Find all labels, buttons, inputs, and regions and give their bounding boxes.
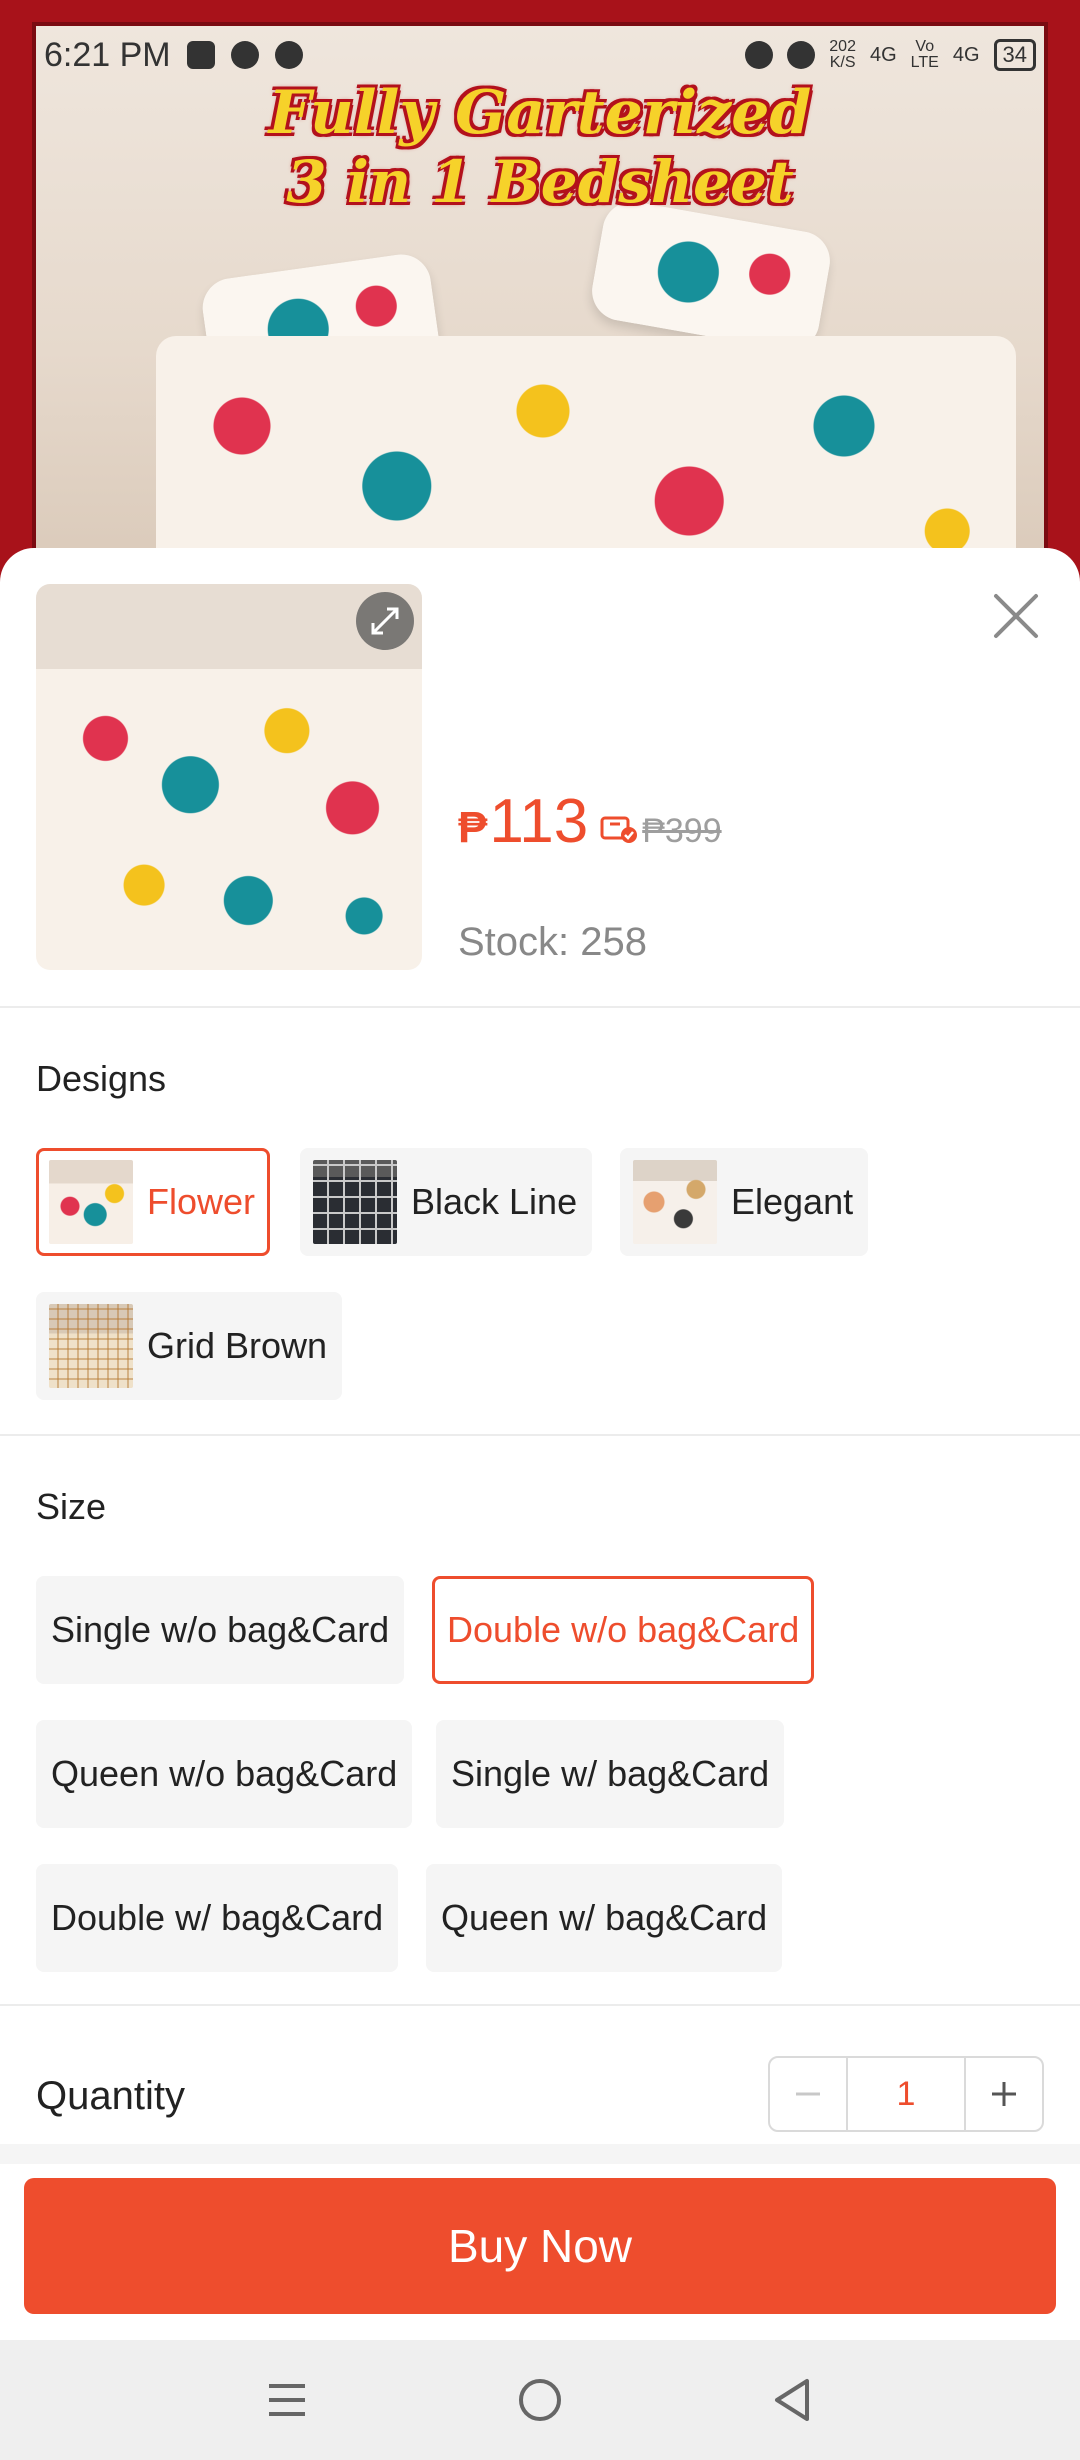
banner-pillow xyxy=(587,196,835,356)
decrease-quantity-button[interactable] xyxy=(770,2058,846,2130)
net-speed: 202 K/S xyxy=(829,39,856,71)
app-notification-icon xyxy=(274,41,303,69)
nav-menu-button[interactable] xyxy=(257,2370,317,2430)
size-option-queen-with-bag[interactable]: Queen w/ bag&Card xyxy=(426,1864,783,1972)
design-option-black-line[interactable]: Black Line xyxy=(300,1148,593,1256)
expand-icon xyxy=(371,607,399,635)
increase-quantity-button[interactable] xyxy=(966,2058,1042,2130)
menu-icon xyxy=(268,2384,305,2416)
original-price: ₱399 xyxy=(642,812,722,850)
size-option-label: Queen w/ bag&Card xyxy=(441,1897,768,1938)
design-thumbnail xyxy=(49,1304,133,1388)
do-not-disturb-icon xyxy=(787,41,816,69)
size-option-label: Double w/ bag&Card xyxy=(51,1897,384,1938)
net-speed-unit: K/S xyxy=(829,54,856,71)
size-option-label: Double w/o bag&Card xyxy=(447,1609,800,1650)
stock-count: Stock: 258 xyxy=(458,920,648,964)
network-type: 4G xyxy=(869,43,897,66)
volte-bottom: LTE xyxy=(910,54,939,71)
price-row: ₱ 113 ₱399 xyxy=(458,786,722,857)
quantity-input[interactable]: 1 xyxy=(846,2058,966,2130)
design-option-label: Elegant xyxy=(731,1181,854,1222)
size-option-label: Single w/o bag&Card xyxy=(51,1609,390,1650)
expand-image-button[interactable] xyxy=(356,592,414,650)
design-option-label: Grid Brown xyxy=(147,1325,328,1366)
price: 113 xyxy=(489,787,589,856)
product-banner: Fully Garterized 3 in 1 Bedsheet 6:21 PM… xyxy=(0,0,1080,600)
divider xyxy=(0,1006,1080,1008)
net-speed-value: 202 xyxy=(829,38,856,55)
status-bar: 6:21 PM 202 K/S 4G Vo LTE 4G 34 xyxy=(0,30,1080,80)
quantity-stepper: 1 xyxy=(768,2056,1044,2132)
sheet-gap xyxy=(0,2144,1080,2164)
close-icon xyxy=(994,594,1038,638)
banner-title-line2: 3 in 1 Bedsheet xyxy=(286,148,794,216)
size-option-single-without-bag[interactable]: Single w/o bag&Card xyxy=(36,1576,405,1684)
size-option-double-with-bag[interactable]: Double w/ bag&Card xyxy=(36,1864,399,1972)
divider xyxy=(0,1434,1080,1436)
status-time: 6:21 PM xyxy=(44,35,171,74)
alarm-icon xyxy=(745,41,774,69)
size-option-label: Queen w/o bag&Card xyxy=(51,1753,398,1794)
battery-icon: 34 xyxy=(993,39,1036,71)
divider xyxy=(0,2004,1080,2006)
design-option-flower[interactable]: Flower xyxy=(36,1148,271,1256)
plus-icon xyxy=(992,2082,1016,2106)
home-icon xyxy=(518,2379,561,2421)
volte-top: Vo xyxy=(915,38,935,55)
banner-title-line1: Fully Garterized xyxy=(268,78,812,148)
nav-home-button[interactable] xyxy=(510,2370,570,2430)
system-nav-bar xyxy=(0,2340,1080,2460)
designs-title: Designs xyxy=(36,1058,167,1099)
design-option-elegant[interactable]: Elegant xyxy=(620,1148,869,1256)
quantity-label: Quantity xyxy=(36,2074,185,2118)
network-type: 4G xyxy=(952,43,980,66)
size-title: Size xyxy=(36,1486,107,1527)
size-option-label: Single w/ bag&Card xyxy=(451,1753,770,1794)
design-thumbnail xyxy=(633,1160,717,1244)
design-option-label: Black Line xyxy=(411,1181,578,1222)
design-thumbnail xyxy=(49,1160,133,1244)
close-button[interactable] xyxy=(988,588,1044,644)
volte-indicator: Vo LTE xyxy=(911,39,939,71)
app-notification-icon xyxy=(186,41,215,69)
design-option-grid-brown[interactable]: Grid Brown xyxy=(36,1292,343,1400)
buy-now-button[interactable]: Buy Now xyxy=(24,2178,1056,2314)
voucher-icon xyxy=(600,814,638,844)
size-option-single-with-bag[interactable]: Single w/ bag&Card xyxy=(436,1720,785,1828)
size-option-queen-without-bag[interactable]: Queen w/o bag&Card xyxy=(36,1720,413,1828)
nav-back-button[interactable] xyxy=(763,2370,823,2430)
size-option-double-without-bag[interactable]: Double w/o bag&Card xyxy=(432,1576,815,1684)
app-notification-icon xyxy=(230,41,259,69)
minus-icon xyxy=(796,2092,820,2096)
price-currency: ₱ xyxy=(458,803,488,852)
variation-sheet: ₱ 113 ₱399 Stock: 258 Designs Flower Bla… xyxy=(0,548,1080,2340)
back-icon xyxy=(775,2379,810,2421)
design-option-label: Flower xyxy=(147,1181,256,1222)
design-thumbnail xyxy=(313,1160,397,1244)
